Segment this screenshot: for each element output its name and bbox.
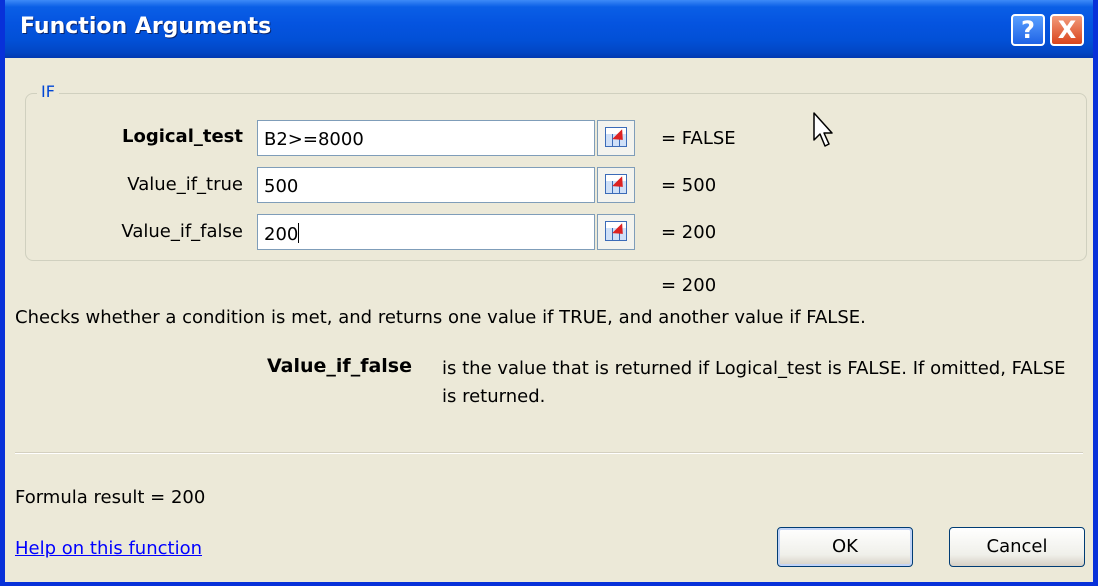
value-if-false-input[interactable]: 200: [257, 214, 595, 250]
logical-test-label: Logical_test: [121, 126, 243, 147]
function-arguments-dialog: Function Arguments ? X IF Logical_test B…: [0, 0, 1098, 586]
help-link[interactable]: Help on this function: [15, 538, 202, 559]
function-result: = 200: [661, 275, 717, 296]
group-label: IF: [37, 82, 59, 101]
divider: [15, 452, 1083, 454]
cancel-button[interactable]: Cancel: [949, 527, 1085, 567]
logical-test-result: = FALSE: [661, 128, 736, 149]
formula-result: Formula result = 200: [15, 487, 206, 508]
ok-button[interactable]: OK: [777, 527, 913, 567]
help-icon[interactable]: ?: [1011, 14, 1045, 46]
selected-param-description: is the value that is returned if Logical…: [442, 358, 1066, 407]
selected-param-name: Value_if_false: [267, 355, 412, 377]
close-icon[interactable]: X: [1050, 14, 1084, 46]
text-caret: [298, 223, 300, 243]
dialog-title: Function Arguments: [20, 14, 272, 39]
value-if-true-result: = 500: [661, 175, 717, 196]
function-description: Checks whether a condition is met, and r…: [15, 307, 866, 328]
collapse-dialog-icon[interactable]: [597, 167, 635, 203]
value-if-false-label: Value_if_false: [121, 221, 243, 242]
value-if-false-result: = 200: [661, 222, 717, 243]
value-if-false-text: 200: [264, 224, 299, 245]
title-bar[interactable]: Function Arguments ? X: [5, 0, 1093, 58]
value-if-true-label: Value_if_true: [127, 174, 243, 195]
value-if-true-input[interactable]: 500: [257, 167, 595, 203]
logical-test-input[interactable]: B2>=8000: [257, 120, 595, 156]
collapse-dialog-icon[interactable]: [597, 120, 635, 156]
mouse-pointer-icon: [813, 112, 833, 147]
collapse-dialog-icon[interactable]: [597, 214, 635, 250]
